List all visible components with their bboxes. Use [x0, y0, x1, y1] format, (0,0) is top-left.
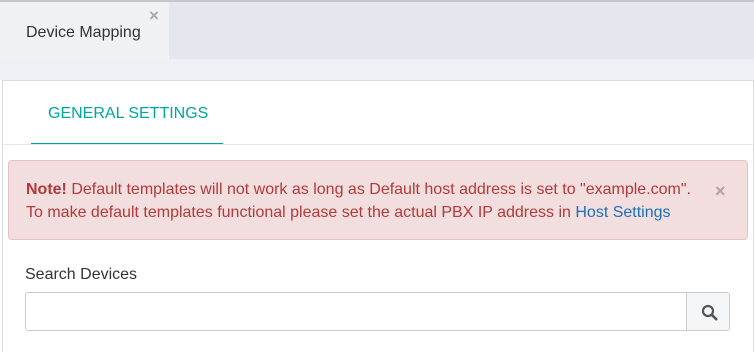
alert-line-1: Note! Default templates will not work as… — [26, 178, 726, 201]
content-gap — [0, 59, 754, 80]
tabs-divider — [3, 144, 753, 145]
search-icon — [701, 304, 718, 321]
close-icon[interactable]: × — [715, 181, 726, 201]
warning-alert: Note! Default templates will not work as… — [8, 160, 748, 240]
tab-general-settings[interactable]: GENERAL SETTINGS — [31, 81, 223, 145]
alert-text-1: Default templates will not work as long … — [71, 181, 691, 198]
alert-strong: Note! — [26, 181, 67, 198]
alert-text-2: To make default templates functional ple… — [26, 204, 571, 221]
page-tab-bar: Device Mapping × — [0, 0, 754, 59]
page-tab-device-mapping[interactable]: Device Mapping × — [0, 2, 169, 59]
page-tab-label: Device Mapping — [26, 24, 141, 41]
alert-message: Note! Default templates will not work as… — [26, 178, 726, 224]
tab-label: GENERAL SETTINGS — [48, 105, 209, 122]
settings-panel: GENERAL SETTINGS Note! Default templates… — [2, 80, 754, 352]
search-button[interactable] — [686, 292, 730, 331]
host-settings-link[interactable]: Host Settings — [575, 204, 670, 221]
search-input[interactable] — [25, 292, 687, 331]
close-icon[interactable]: × — [149, 6, 159, 26]
search-devices-label: Search Devices — [25, 266, 138, 283]
alert-line-2: To make default templates functional ple… — [26, 201, 726, 224]
